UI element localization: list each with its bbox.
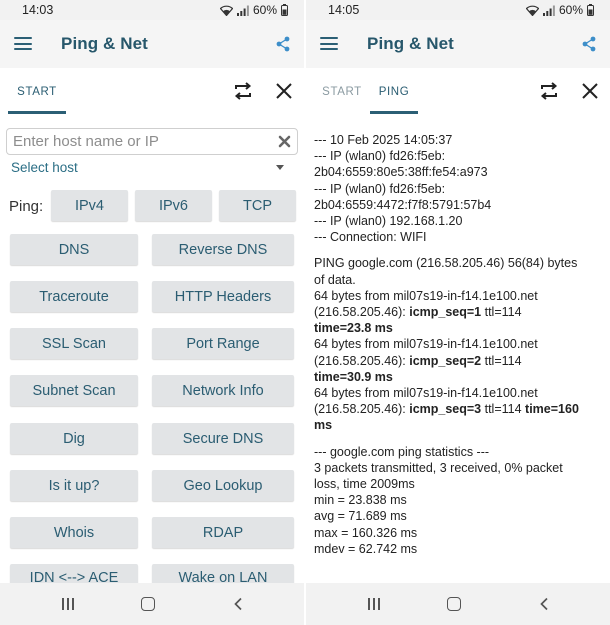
output-line: (216.58.205.46): icmp_seq=3 ttl=114 time… [314, 402, 579, 417]
tab-ping[interactable]: PING [370, 68, 418, 116]
wifi-icon [525, 5, 539, 16]
output-line: 64 bytes from mil07s19-in-f14.1e100.net [314, 337, 538, 352]
port-range-button[interactable]: Port Range [152, 328, 294, 359]
share-icon[interactable] [582, 36, 596, 52]
app-title: Ping & Net [61, 34, 148, 53]
nav-recents-icon[interactable] [368, 598, 380, 610]
menu-icon[interactable] [320, 37, 338, 50]
host-input-placeholder: Enter host name or IP [13, 133, 159, 150]
tab-bar: START [0, 68, 304, 116]
ping-ipv4-button[interactable]: IPv4 [51, 190, 128, 221]
output-line: 3 packets transmitted, 3 received, 0% pa… [314, 460, 563, 475]
output-line: --- 10 Feb 2025 14:05:37 [314, 133, 453, 147]
ping-label: Ping: [9, 198, 44, 215]
is-it-up-button[interactable]: Is it up? [10, 470, 138, 501]
output-line: min = 23.838 ms [314, 493, 407, 508]
ssl-scan-button[interactable]: SSL Scan [10, 328, 138, 359]
status-bar: 14:05 60% [306, 0, 610, 20]
network-info-button[interactable]: Network Info [152, 375, 294, 406]
battery-icon [281, 4, 288, 16]
output-line: (216.58.205.46): icmp_seq=2 ttl=114 [314, 353, 522, 368]
repeat-icon[interactable] [232, 80, 254, 102]
app-bar: Ping & Net [306, 20, 610, 68]
app-bar: Ping & Net [0, 20, 304, 68]
rdap-button[interactable]: RDAP [152, 517, 294, 548]
menu-icon[interactable] [14, 37, 32, 50]
output-line: --- Connection: WIFI [314, 230, 427, 245]
ping-tcp-button[interactable]: TCP [219, 190, 296, 221]
share-icon[interactable] [276, 36, 290, 52]
status-bar: 14:03 60% [0, 0, 304, 20]
ping-output-area: --- 10 Feb 2025 14:05:37 --- IP (wlan0) … [306, 116, 610, 583]
dig-button[interactable]: Dig [10, 423, 138, 454]
output-line: ms [314, 418, 333, 433]
screenshot: 14:03 60% Ping & Net START Enter host na… [0, 0, 610, 625]
output-line: PING google.com (216.58.205.46) 56(84) b… [314, 256, 578, 271]
signal-icon [236, 5, 249, 16]
output-line: 2b04:6559:4472:f7f8:5791:57b4 [314, 197, 492, 212]
output-line: --- google.com ping statistics --- [314, 444, 490, 459]
output-line: max = 160.326 ms [314, 525, 418, 540]
output-line: --- IP (wlan0) 192.168.1.20 [314, 214, 463, 229]
phone-ping-screen: 14:05 60% Ping & Net START PING --- 10 F… [306, 0, 610, 625]
chevron-down-icon[interactable] [276, 165, 284, 170]
whois-button[interactable]: Whois [10, 517, 138, 548]
ping-ipv6-button[interactable]: IPv6 [135, 190, 212, 221]
select-host-dropdown[interactable]: Select host [11, 160, 78, 175]
tab-bar: START PING [306, 68, 610, 116]
output-line: avg = 71.689 ms [314, 509, 407, 524]
repeat-icon[interactable] [538, 80, 560, 102]
status-icons: 60% [525, 3, 594, 17]
traceroute-button[interactable]: Traceroute [10, 281, 138, 312]
output-line: mdev = 62.742 ms [314, 541, 418, 556]
system-nav-bar [0, 583, 304, 625]
nav-back-icon[interactable] [232, 597, 246, 611]
nav-recents-icon[interactable] [62, 598, 74, 610]
tab-start-indicator [8, 111, 66, 114]
clear-icon[interactable] [278, 135, 291, 148]
output-line: 64 bytes from mil07s19-in-f14.1e100.net [314, 386, 538, 401]
status-time: 14:05 [328, 3, 360, 17]
start-content: Enter host name or IP Select host Ping: … [0, 116, 304, 595]
battery-icon [587, 4, 594, 16]
wifi-icon [219, 5, 233, 16]
system-nav-bar [306, 583, 610, 625]
output-line: time=23.8 ms [314, 321, 393, 336]
ping-output: --- 10 Feb 2025 14:05:37 --- IP (wlan0) … [314, 132, 606, 557]
status-time: 14:03 [22, 3, 54, 17]
subnet-scan-button[interactable]: Subnet Scan [10, 375, 138, 406]
output-line: 64 bytes from mil07s19-in-f14.1e100.net [314, 288, 538, 303]
nav-home-icon[interactable] [141, 597, 155, 611]
geo-lookup-button[interactable]: Geo Lookup [152, 470, 294, 501]
signal-icon [542, 5, 555, 16]
output-line: --- IP (wlan0) fd26:f5eb: [314, 149, 446, 164]
tab-ping-indicator [370, 111, 418, 114]
output-line: 2b04:6559:80e5:38ff:fe54:a973 [314, 165, 488, 180]
phone-start-screen: 14:03 60% Ping & Net START Enter host na… [0, 0, 304, 625]
close-icon[interactable] [273, 80, 295, 102]
battery-percent: 60% [558, 3, 583, 17]
close-icon[interactable] [579, 80, 601, 102]
secure-dns-button[interactable]: Secure DNS [152, 423, 294, 454]
tab-start[interactable]: START [320, 68, 364, 116]
nav-back-icon[interactable] [538, 597, 552, 611]
tab-start[interactable]: START [8, 68, 66, 116]
dns-button[interactable]: DNS [10, 234, 138, 265]
battery-percent: 60% [252, 3, 277, 17]
output-line: time=30.9 ms [314, 369, 393, 384]
output-line: of data. [314, 272, 356, 287]
output-line: (216.58.205.46): icmp_seq=1 ttl=114 [314, 305, 522, 320]
output-line: --- IP (wlan0) fd26:f5eb: [314, 181, 446, 196]
nav-home-icon[interactable] [447, 597, 461, 611]
status-icons: 60% [219, 3, 288, 17]
http-headers-button[interactable]: HTTP Headers [152, 281, 294, 312]
output-line: loss, time 2009ms [314, 477, 415, 492]
app-title: Ping & Net [367, 34, 454, 53]
host-input[interactable]: Enter host name or IP [6, 128, 298, 155]
reverse-dns-button[interactable]: Reverse DNS [152, 234, 294, 265]
